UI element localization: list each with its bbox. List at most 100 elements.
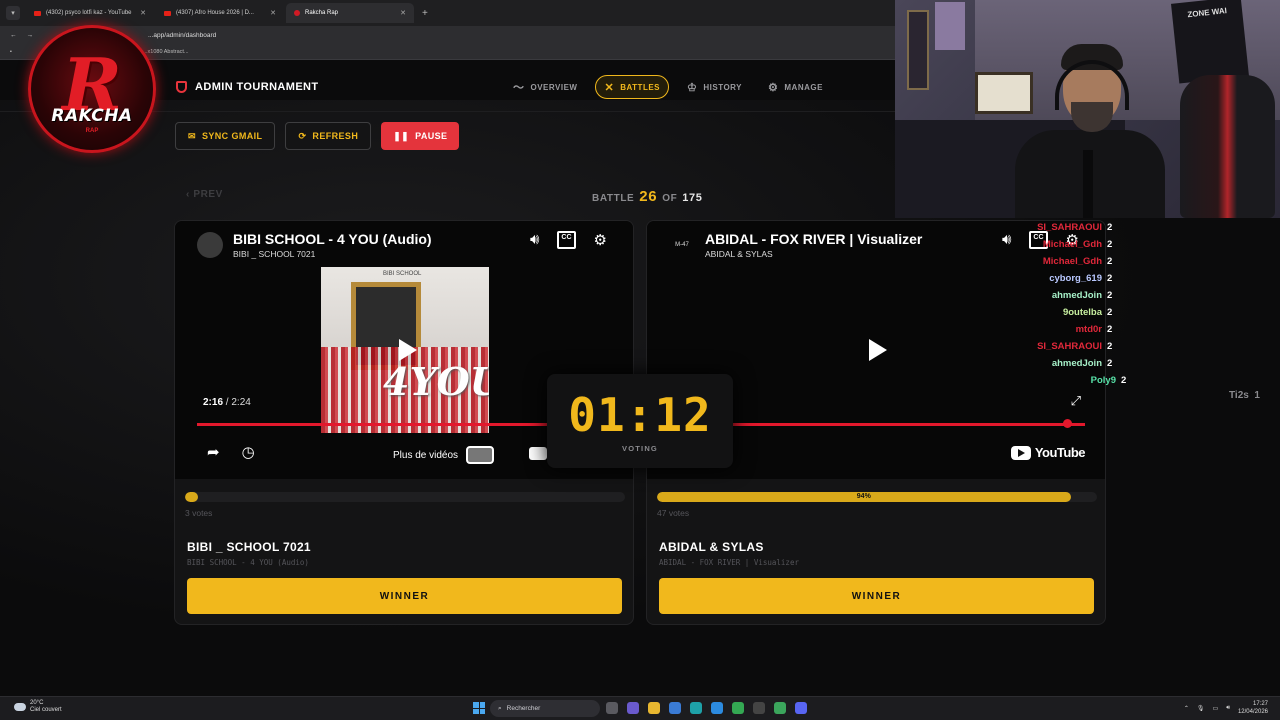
artist-name: ABIDAL & SYLAS: [659, 540, 764, 554]
progress-handle[interactable]: [1063, 419, 1072, 428]
chat-count: 2: [1121, 375, 1127, 386]
winner-button-left[interactable]: WINNER: [187, 578, 622, 614]
clock[interactable]: 17:27 12/04/2026: [1238, 700, 1268, 716]
chat-user: ahmedJoin: [1051, 290, 1102, 301]
chat-user: Michael_Gdh: [1042, 256, 1102, 267]
browser-tab-3[interactable]: Rakcha Rap ✕: [286, 3, 414, 23]
refresh-icon: ⟳: [298, 130, 307, 141]
song-title: BIBI SCHOOL - 4 YOU (Audio): [187, 558, 309, 567]
artist-name: BIBI _ SCHOOL 7021: [187, 540, 311, 554]
volume-icon[interactable]: 🔊︎: [1002, 231, 1011, 249]
captions-icon[interactable]: CC: [557, 231, 576, 249]
task-view-icon[interactable]: [606, 702, 618, 714]
more-videos-thumb: [466, 446, 495, 464]
chat-user: ahmedJoin: [1051, 358, 1102, 369]
chrome-icon[interactable]: [732, 702, 744, 714]
store-icon[interactable]: [669, 702, 681, 714]
settings-icon[interactable]: ⚙: [594, 231, 607, 249]
apps-icon[interactable]: ▪: [10, 49, 12, 55]
youtube-favicon-icon: [34, 10, 41, 16]
vote-count: 3 votes: [185, 508, 213, 518]
app-icon[interactable]: [711, 702, 723, 714]
prev-button[interactable]: ‹ PREV: [186, 189, 223, 200]
more-videos-button[interactable]: Plus de vidéos: [393, 446, 495, 464]
side-vote: Ti2s 1: [1229, 390, 1260, 401]
chat-count: 2: [1107, 222, 1113, 233]
tab-overview[interactable]: 〜 OVERVIEW: [505, 75, 585, 99]
video-title[interactable]: ABIDAL - FOX RIVER | Visualizer: [705, 231, 922, 247]
new-tab-icon[interactable]: +: [416, 8, 434, 19]
winner-button-right[interactable]: WINNER: [659, 578, 1094, 614]
fullscreen-icon[interactable]: ⤢: [1071, 393, 1081, 409]
share-icon[interactable]: ➦: [207, 443, 220, 461]
back-icon[interactable]: ←: [10, 32, 17, 39]
url-field[interactable]: ...app/admin/dashboard: [148, 32, 216, 39]
video-channel[interactable]: BIBI _ SCHOOL 7021: [233, 249, 432, 259]
volume-icon[interactable]: 🔊︎: [530, 231, 539, 249]
tab-manage[interactable]: ⚙ MANAGE: [760, 75, 831, 99]
tab-battles[interactable]: ✕ BATTLES: [595, 75, 669, 99]
browser-tab-label: (4307) Afro House 2026 | D...: [176, 10, 254, 16]
watch-later-icon[interactable]: ◷: [242, 443, 255, 461]
edge-icon[interactable]: [690, 702, 702, 714]
youtube-favicon-icon: [164, 10, 171, 16]
chat-line: Michael_Gdh 2: [1025, 236, 1115, 253]
youtube-logo[interactable]: YouTube: [1010, 445, 1086, 460]
forward-icon[interactable]: →: [27, 32, 34, 39]
channel-avatar[interactable]: M-47: [669, 232, 695, 258]
channel-avatar[interactable]: [197, 232, 223, 258]
app-icon[interactable]: [774, 702, 786, 714]
taskbar-apps: [606, 702, 807, 714]
browser-tab-1[interactable]: (4302) psyco lotfi kaz - YouTube ✕: [26, 3, 154, 23]
video-bottom-controls: ➦ ◷: [207, 443, 255, 461]
file-explorer-icon[interactable]: [648, 702, 660, 714]
taskbar-search[interactable]: ⌕ Rechercher: [490, 700, 600, 717]
gear-icon: ⚙: [768, 81, 779, 94]
chat-count: 2: [1107, 273, 1113, 284]
logo-sub: RAP: [85, 128, 99, 134]
browser-tab-2[interactable]: (4307) Afro House 2026 | D... ✕: [156, 3, 284, 23]
play-icon[interactable]: [399, 339, 417, 361]
chat-user: 9outelba: [1062, 307, 1102, 318]
cover-text: 4YOU: [383, 359, 489, 404]
rakcha-favicon-icon: [294, 10, 300, 16]
logo-word: RAKCHA: [51, 106, 133, 126]
refresh-button[interactable]: ⟳ REFRESH: [285, 122, 372, 150]
time-total: 2:24: [231, 397, 251, 408]
system-tray: ⌃ 🎙︎ ▭ 🔊︎ 17:27 12/04/2026: [1184, 700, 1268, 716]
discord-icon[interactable]: [795, 702, 807, 714]
vote-bar-left: [185, 492, 625, 502]
obs-icon[interactable]: [753, 702, 765, 714]
weather-widget[interactable]: 20°C Ciel couvert: [14, 700, 62, 714]
battle-current: 26: [639, 188, 658, 205]
more-videos-label: Plus de vidéos: [393, 449, 459, 461]
network-icon[interactable]: ▭: [1213, 705, 1219, 712]
chevron-up-icon[interactable]: ⌃: [1184, 705, 1189, 712]
tab-list-icon[interactable]: ▾: [6, 6, 20, 20]
sync-gmail-button[interactable]: ✉ SYNC GMAIL: [175, 122, 276, 150]
video-title[interactable]: BIBI SCHOOL - 4 YOU (Audio): [233, 231, 432, 247]
close-tab-icon[interactable]: ✕: [400, 9, 406, 17]
cam-poster: [935, 2, 965, 50]
screen: ▾ (4302) psyco lotfi kaz - YouTube ✕ (43…: [0, 0, 1280, 720]
vote-fill-right: 94%: [657, 492, 1071, 502]
microphone-icon[interactable]: 🎙︎: [1197, 705, 1205, 712]
volume-icon[interactable]: 🔊︎: [1226, 705, 1230, 712]
pulse-icon: 〜: [513, 82, 525, 94]
chat-user: Poly9: [1090, 375, 1116, 386]
chat-count: 2: [1107, 341, 1113, 352]
windows-start-icon[interactable]: [473, 702, 485, 714]
pause-button[interactable]: ❚❚ PAUSE: [381, 122, 460, 150]
youtube-icon[interactable]: [529, 447, 547, 460]
close-tab-icon[interactable]: ✕: [140, 9, 146, 17]
prev-label: PREV: [193, 189, 223, 200]
tab-history-label: HISTORY: [703, 82, 742, 92]
timer-label: VOTING: [622, 444, 658, 453]
youtube-play-icon: [1010, 445, 1031, 460]
play-icon[interactable]: [869, 339, 887, 361]
video-channel[interactable]: ABIDAL & SYLAS: [705, 249, 922, 259]
close-tab-icon[interactable]: ✕: [270, 9, 276, 17]
tab-history[interactable]: ♔ HISTORY: [679, 75, 750, 99]
chat-count: 2: [1107, 239, 1113, 250]
teams-icon[interactable]: [627, 702, 639, 714]
